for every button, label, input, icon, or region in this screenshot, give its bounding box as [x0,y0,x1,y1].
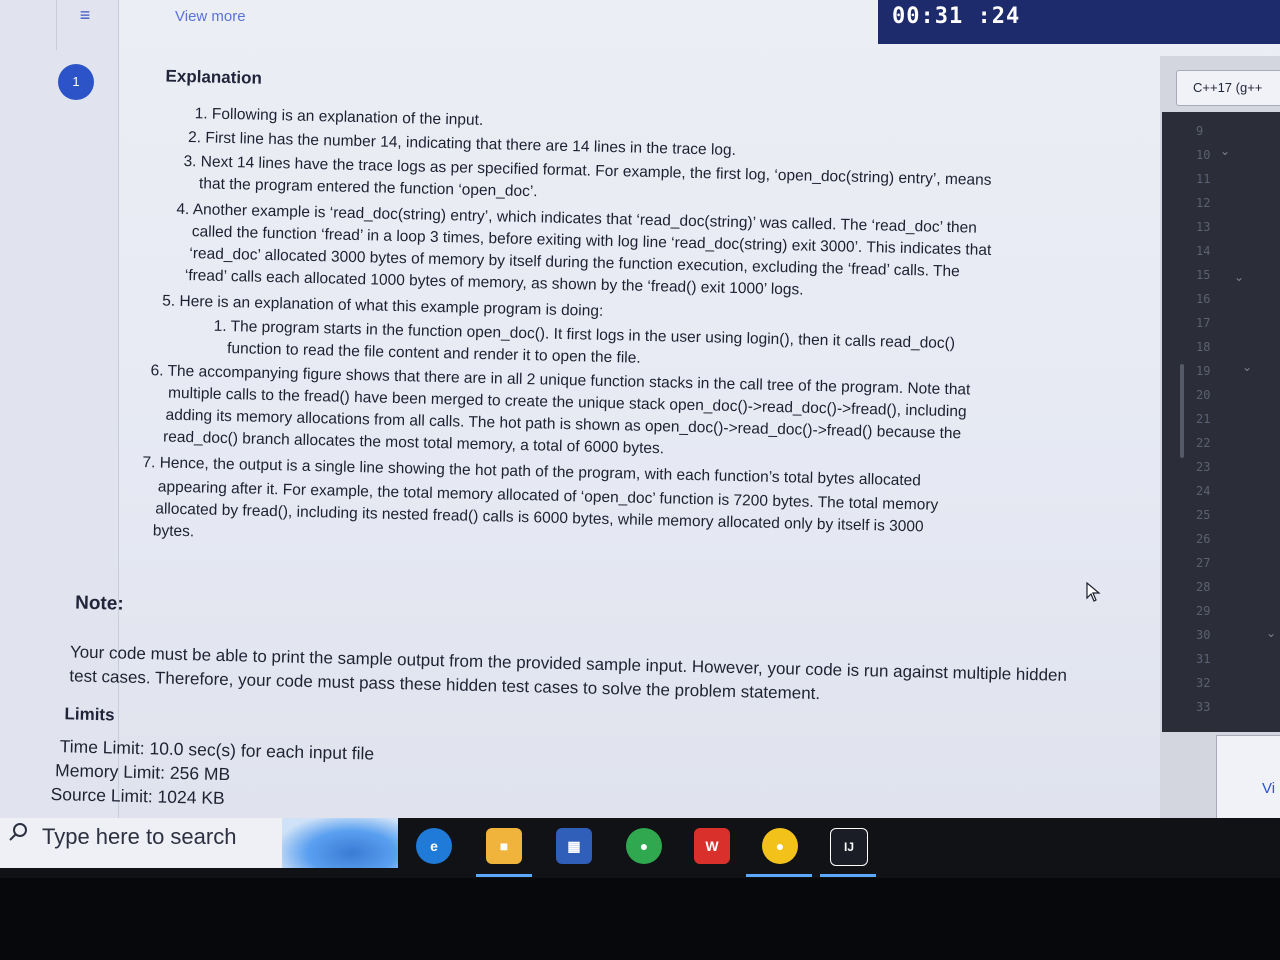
line-number: 26 [1196,532,1211,546]
editor-scrollbar[interactable] [1180,364,1184,458]
mouse-cursor-icon [1086,582,1101,602]
source-limit: Source Limit: 1024 KB [50,783,225,809]
fold-chevron-icon[interactable]: ⌄ [1242,360,1252,374]
chrome-icon[interactable]: ● [762,828,798,864]
line-number: 10 [1196,148,1211,162]
line-number: 20 [1196,388,1211,402]
edge-icon[interactable]: e [416,828,452,864]
screen: ≡ 1 View more 00:31 :24 Explanation 1. F… [0,0,1280,862]
line-number: 12 [1196,196,1211,210]
note-heading: Note: [74,592,124,615]
fold-chevron-icon[interactable]: ⌄ [1234,270,1244,284]
line-number: 13 [1196,220,1211,234]
active-indicator [746,874,812,877]
limits-heading: Limits [64,704,115,725]
line-number: 17 [1196,316,1211,330]
calendar-icon[interactable]: ▦ [556,828,592,864]
line-number: 27 [1196,556,1211,570]
line-number: 30 [1196,628,1211,642]
line-number: 31 [1196,652,1211,666]
line-number: 22 [1196,436,1211,450]
line-number: 32 [1196,676,1211,690]
line-number: 18 [1196,340,1211,354]
note-text: Your code must be able to print the samp… [69,642,1068,704]
bottom-bezel [0,878,1280,960]
search-icon [9,823,27,841]
wps-office-icon[interactable]: W [694,828,730,864]
view-more-link[interactable]: View more [175,8,246,25]
line-number: 9 [1196,124,1204,138]
line-number: 29 [1196,604,1211,618]
fold-chevron-icon[interactable]: ⌄ [1220,144,1230,158]
timer: 00:31 :24 [892,4,1021,29]
chrome-icon[interactable]: ● [626,828,662,864]
active-indicator [820,874,876,877]
problem-statement: Explanation 1. Following is an explanati… [42,56,1130,851]
memory-limit: Memory Limit: 256 MB [54,760,231,785]
search-placeholder: Type here to search [42,824,237,849]
line-number: 11 [1196,172,1211,186]
line-number: 14 [1196,244,1211,258]
file-explorer-icon[interactable]: ■ [486,828,522,864]
language-select[interactable]: C++17 (g++ [1176,70,1280,106]
search-highlight-image [282,818,398,868]
line-number: 15 [1196,268,1211,282]
line-number: 24 [1196,484,1211,498]
line-number: 16 [1196,292,1211,306]
explanation-item: bytes. [152,522,195,541]
line-number: 23 [1196,460,1211,474]
line-number: 33 [1196,700,1211,714]
intellij-icon[interactable]: IJ [830,828,868,866]
view-label[interactable]: Vi [1262,780,1275,797]
line-number: 19 [1196,364,1211,378]
active-indicator [476,874,532,877]
explanation-heading: Explanation [165,66,263,88]
top-bar: View more 00:31 :24 [0,0,1280,48]
line-number: 28 [1196,580,1211,594]
fold-chevron-icon[interactable]: ⌄ [1266,626,1276,640]
line-number: 21 [1196,412,1211,426]
line-number: 25 [1196,508,1211,522]
